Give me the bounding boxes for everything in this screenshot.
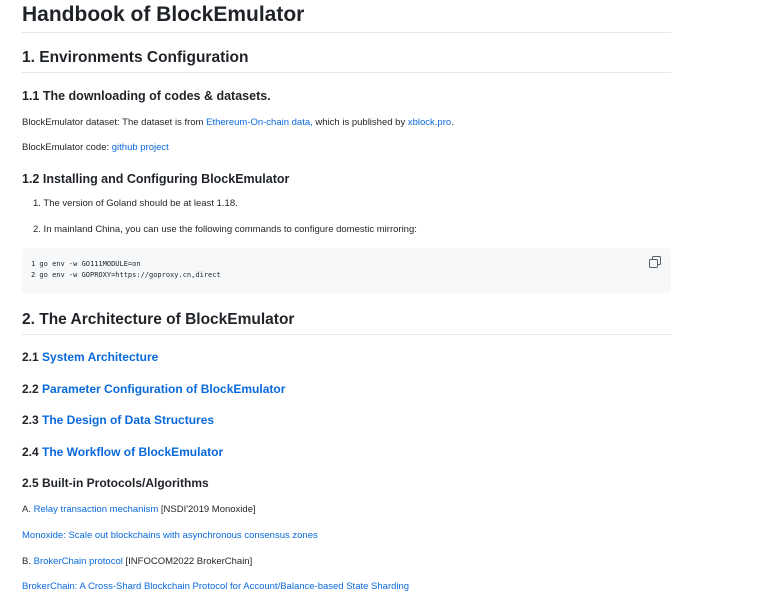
protocol-b: B. BrokerChain protocol [INFOCOM2022 Bro… (22, 555, 671, 569)
list-item: 1. The version of Goland should be at le… (33, 198, 238, 209)
subsection-2-2: 2.2 Parameter Configuration of BlockEmul… (22, 381, 671, 397)
install-steps-list-2: 2. In mainland China, you can use the fo… (22, 223, 671, 237)
page-title: Handbook of BlockEmulator (22, 0, 671, 33)
protocol-a-prefix: A. (22, 504, 34, 515)
protocol-a: A. Relay transaction mechanism [NSDI'201… (22, 503, 671, 517)
monoxide-paper-link[interactable]: Monoxide: Scale out blockchains with asy… (22, 530, 318, 541)
brokerchain-paper-link[interactable]: BrokerChain: A Cross-Shard Blockchain Pr… (22, 581, 409, 592)
subsection-2-3: 2.3 The Design of Data Structures (22, 412, 671, 428)
subsection-2-5: 2.5 Built-in Protocols/Algorithms (22, 475, 671, 491)
protocol-b-venue: [INFOCOM2022 BrokerChain] (122, 556, 253, 567)
dataset-text-mid: which is published by (312, 117, 408, 128)
parameter-configuration-link[interactable]: Parameter Configuration of BlockEmulator (42, 382, 285, 396)
code-text-prefix: BlockEmulator code: (22, 142, 112, 153)
subsection-2-4-number: 2.4 (22, 445, 43, 459)
data-structures-link[interactable]: The Design of Data Structures (42, 413, 214, 427)
subsection-2-5-heading: 2.5 Built-in Protocols/Algorithms (22, 476, 209, 490)
brokerchain-paper: BrokerChain: A Cross-Shard Blockchain Pr… (22, 580, 671, 594)
protocol-b-prefix: B. (22, 556, 34, 567)
monoxide-paper: Monoxide: Scale out blockchains with asy… (22, 529, 671, 543)
subsection-1-1: 1.1 The downloading of codes & datasets. (22, 88, 671, 104)
list-item: 2. In mainland China, you can use the fo… (33, 224, 417, 235)
dataset-text-prefix: BlockEmulator dataset: The dataset is fr… (22, 117, 207, 128)
subsection-1-2-heading: 1.2 Installing and Configuring BlockEmul… (22, 172, 290, 186)
xblock-link[interactable]: xblock.pro (408, 117, 451, 128)
subsection-1-1-heading: 1.1 The downloading of codes & datasets. (22, 89, 271, 103)
subsection-2-2-number: 2.2 (22, 382, 43, 396)
protocol-a-venue: [NSDI'2019 Monoxide] (158, 504, 256, 515)
handbook-page: Handbook of BlockEmulator 1. Environment… (22, 0, 671, 592)
subsection-2-3-number: 2.3 (22, 413, 43, 427)
subsection-1-2: 1.2 Installing and Configuring BlockEmul… (22, 171, 671, 187)
dataset-text-suffix: . (451, 117, 454, 128)
copy-icon[interactable] (649, 256, 661, 268)
section-1: 1. Environments Configuration (22, 48, 671, 73)
section-2: 2. The Architecture of BlockEmulator (22, 310, 671, 335)
install-steps-list: 1. The version of Goland should be at le… (22, 197, 671, 211)
code-paragraph: BlockEmulator code: github project (22, 141, 671, 155)
code-line-2: 2 go env -w GOPROXY=https://goproxy.cn,d… (31, 271, 221, 279)
section-2-heading: 2. The Architecture of BlockEmulator (22, 310, 671, 335)
workflow-link[interactable]: The Workflow of BlockEmulator (42, 445, 223, 459)
subsection-2-4: 2.4 The Workflow of BlockEmulator (22, 444, 671, 460)
github-project-link[interactable]: github project (112, 142, 169, 153)
dataset-paragraph: BlockEmulator dataset: The dataset is fr… (22, 116, 671, 130)
relay-transaction-link[interactable]: Relay transaction mechanism (34, 504, 159, 515)
section-1-heading: 1. Environments Configuration (22, 48, 671, 73)
brokerchain-protocol-link[interactable]: BrokerChain protocol (34, 556, 123, 567)
system-architecture-link[interactable]: System Architecture (42, 350, 158, 364)
code-line-1: 1 go env -w GO111MODULE=on (31, 260, 141, 268)
ethereum-data-link[interactable]: Ethereum-On-chain data, (206, 117, 313, 128)
code-block: 1 go env -w GO111MODULE=on 2 go env -w G… (22, 248, 671, 293)
subsection-2-1: 2.1 System Architecture (22, 349, 671, 365)
subsection-2-1-number: 2.1 (22, 350, 43, 364)
